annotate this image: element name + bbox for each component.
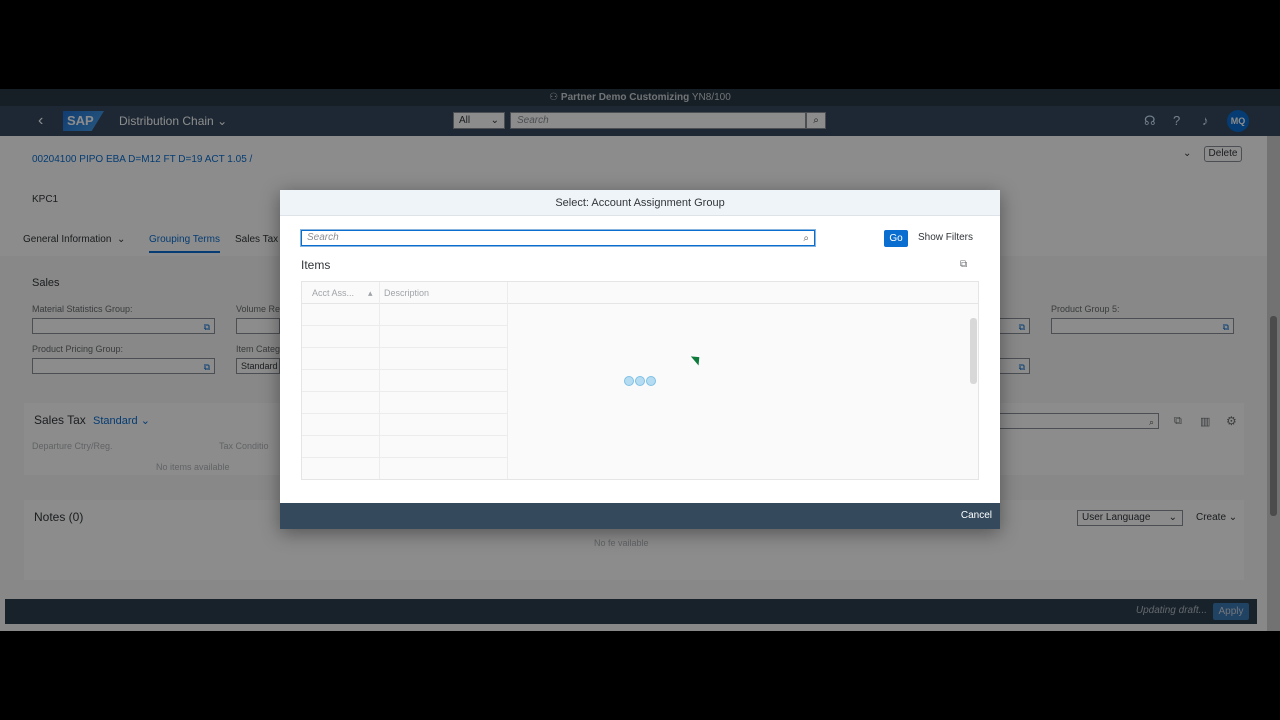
go-button[interactable]: Go: [884, 230, 908, 247]
copy-icon[interactable]: ⧉: [960, 259, 967, 270]
dialog-search-input[interactable]: Search ⌕: [300, 229, 816, 247]
col-description[interactable]: Description: [384, 288, 429, 298]
value-help-dialog: Select: Account Assignment Group Search …: [280, 190, 1000, 529]
search-icon[interactable]: ⌕: [803, 232, 809, 246]
table-row: [302, 325, 507, 326]
table-row: [302, 457, 507, 458]
busy-indicator: [624, 376, 657, 389]
dialog-footer: Cancel: [280, 503, 1000, 529]
screen: ⚇ Partner Demo Customizing YN8/100 ‹ SAP…: [0, 89, 1280, 631]
sort-icon: ▴: [368, 288, 373, 298]
table-row: [302, 435, 507, 436]
show-filters-button[interactable]: Show Filters: [918, 232, 973, 243]
table-header: Acct Ass... ▴ Description: [302, 282, 978, 304]
table-scrollbar[interactable]: [970, 318, 977, 384]
column-divider: [379, 282, 380, 479]
table-row: [302, 391, 507, 392]
items-title: Items: [301, 258, 331, 272]
dialog-title: Select: Account Assignment Group: [280, 190, 1000, 216]
col-acct-assignment[interactable]: Acct Ass...: [312, 288, 354, 298]
table-row: [302, 347, 507, 348]
column-divider: [507, 282, 508, 479]
cancel-button[interactable]: Cancel: [961, 510, 992, 521]
table-row: [302, 369, 507, 370]
table-row: [302, 413, 507, 414]
